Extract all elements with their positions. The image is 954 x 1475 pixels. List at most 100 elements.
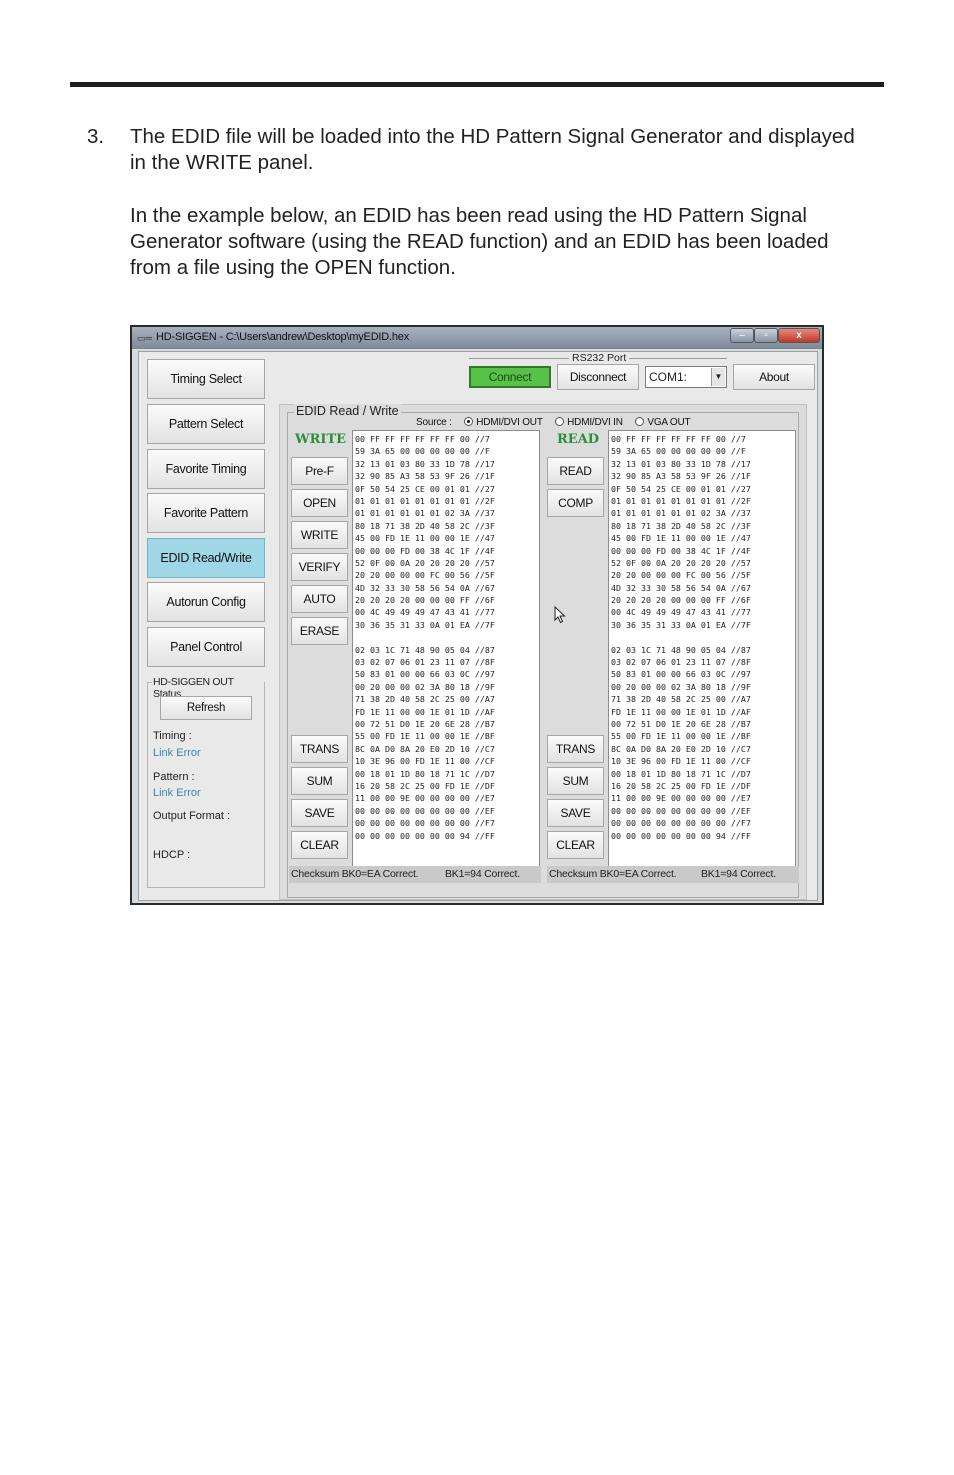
rs232-title: RS232 Port: [569, 352, 630, 364]
nav-panel-control-button[interactable]: Panel Control: [147, 627, 265, 667]
nav-autorun-config-button[interactable]: Autorun Config: [147, 582, 265, 622]
source-radio-hdmi-out[interactable]: [464, 417, 474, 426]
source-radio-hdmi-in[interactable]: [555, 417, 565, 426]
hex-line: 00 FF FF FF FF FF FF 00 //7: [355, 434, 490, 444]
nav-edid-read-write-button[interactable]: EDID Read/Write: [147, 538, 265, 578]
read-sum-button[interactable]: SUM: [547, 767, 604, 795]
hex-line: 10 3E 96 00 FD 1E 11 00 //CF: [611, 756, 751, 767]
window-title: HD-SIGGEN - C:\Users\andrew\Desktop\myED…: [156, 331, 410, 343]
write-clear-button[interactable]: CLEAR: [291, 831, 348, 859]
hex-line: 0F 50 54 25 CE 00 01 01 //27: [611, 483, 751, 494]
hex-line: 55 00 FD 1E 11 00 00 1E //BF: [355, 731, 495, 742]
step-text: The EDID file will be loaded into the HD…: [130, 125, 855, 174]
hex-line: FD 1E 11 00 00 1E 01 1D //AF: [355, 706, 495, 717]
read-hex-textbox[interactable]: 00 FF FF FF FF FF FF 00 //7 59 3A 65 00 0…: [608, 430, 796, 870]
write-checksum-bk1: BK1=94 Correct.: [445, 868, 520, 880]
write-button[interactable]: WRITE: [291, 521, 348, 549]
hex-line: 32 13 01 03 80 33 1D 78 //17: [611, 458, 751, 469]
verify-button[interactable]: VERIFY: [291, 553, 348, 581]
hex-line: 00 00 00 00 00 00 00 00 //F7: [611, 818, 751, 829]
chevron-down-icon[interactable]: ▼: [711, 368, 725, 386]
hex-line: 00 00 00 00 00 00 00 94 //FF: [355, 830, 495, 841]
hex-line: 32 90 85 A3 58 53 9F 26 //1F: [355, 471, 495, 482]
maximize-button[interactable]: ▫: [754, 328, 778, 343]
read-button[interactable]: READ: [547, 457, 604, 485]
title-bar: ▭═ HD-SIGGEN - C:\Users\andrew\Desktop\m…: [132, 327, 822, 349]
mouse-cursor-icon: [554, 606, 566, 624]
minimize-button[interactable]: –: [730, 328, 754, 343]
hex-line: 32 13 01 03 80 33 1D 78 //17: [355, 458, 495, 469]
source-selector: Source : HDMI/DVI OUT HDMI/DVI IN VGA OU…: [416, 417, 691, 428]
com-port-value: COM1:: [649, 370, 688, 384]
hex-line: 00 72 51 D0 1E 20 6E 28 //B7: [611, 718, 751, 729]
hex-line: 32 90 85 A3 58 53 9F 26 //1F: [611, 471, 751, 482]
hex-line: 30 36 35 31 33 0A 01 EA //7F: [355, 619, 495, 630]
write-sum-button[interactable]: SUM: [291, 767, 348, 795]
hex-line: 59 3A 65 00 00 00 00 00 //F: [355, 446, 490, 457]
nav-favorite-pattern-button[interactable]: Favorite Pattern: [147, 493, 265, 533]
hex-line: 00 18 01 1D 80 18 71 1C //D7: [355, 768, 495, 779]
comp-button[interactable]: COMP: [547, 489, 604, 517]
hex-line: 30 36 35 31 33 0A 01 EA //7F: [611, 619, 751, 630]
open-button[interactable]: OPEN: [291, 489, 348, 517]
close-button[interactable]: x: [778, 328, 820, 343]
refresh-button[interactable]: Refresh: [160, 696, 252, 720]
read-checksum-bk0: Checksum BK0=EA Correct.: [549, 868, 677, 880]
read-save-button[interactable]: SAVE: [547, 799, 604, 827]
hex-line: 52 0F 00 0A 20 20 20 20 //57: [355, 557, 495, 568]
hex-line: 20 20 20 20 00 00 00 FF //6F: [611, 595, 751, 606]
top-rule: [70, 82, 884, 87]
nav-pattern-select-button[interactable]: Pattern Select: [147, 404, 265, 444]
hex-line: 20 20 20 20 00 00 00 FF //6F: [355, 595, 495, 606]
hex-line: 50 83 01 00 00 66 03 0C //97: [355, 669, 495, 680]
hex-line: 00 00 00 00 00 00 00 00 //EF: [355, 805, 495, 816]
hex-line: 00 4C 49 49 49 47 43 41 //77: [355, 607, 495, 618]
nav-timing-select-button[interactable]: Timing Select: [147, 359, 265, 399]
about-button[interactable]: About: [733, 364, 815, 390]
hex-line: 01 01 01 01 01 01 01 01 //2F: [611, 495, 751, 506]
hex-line: 02 03 1C 71 48 90 05 04 //87: [355, 644, 495, 655]
hex-line: 16 20 58 2C 25 00 FD 1E //DF: [355, 780, 495, 791]
hex-line: 4D 32 33 30 58 56 54 0A //67: [611, 582, 751, 593]
erase-button[interactable]: ERASE: [291, 617, 348, 645]
hex-line: 01 01 01 01 01 01 02 3A //37: [355, 508, 495, 519]
hex-line: 11 00 00 9E 00 00 00 00 //E7: [355, 793, 495, 804]
client-area: Timing Select Pattern Select Favorite Ti…: [138, 351, 818, 901]
timing-status-value: Link Error: [153, 747, 201, 759]
read-trans-button[interactable]: TRANS: [547, 735, 604, 763]
pattern-label: Pattern :: [153, 771, 195, 783]
hex-line: 00 4C 49 49 49 47 43 41 //77: [611, 607, 751, 618]
hex-line: 59 3A 65 00 00 00 00 00 //F: [611, 446, 746, 457]
hex-line: 80 18 71 38 2D 40 58 2C //3F: [611, 520, 751, 531]
status-group: HD-SIGGEN OUT Status Refresh Timing : Li…: [147, 676, 265, 888]
write-hex-textbox[interactable]: 00 FF FF FF FF FF FF 00 //7 59 3A 65 00 0…: [352, 430, 540, 870]
auto-button[interactable]: AUTO: [291, 585, 348, 613]
read-clear-button[interactable]: CLEAR: [547, 831, 604, 859]
source-label: Source :: [416, 417, 452, 428]
com-port-select[interactable]: COM1: ▼: [645, 366, 727, 388]
connect-button[interactable]: Connect: [469, 366, 551, 388]
hex-line: 00 20 00 00 02 3A 80 18 //9F: [355, 681, 495, 692]
hex-block-gap: [611, 631, 795, 643]
rs232-group: RS232 Port: [469, 352, 727, 364]
hex-line: 00 20 00 00 02 3A 80 18 //9F: [611, 681, 751, 692]
hdcp-label: HDCP :: [153, 849, 191, 861]
pref-button[interactable]: Pre-F: [291, 457, 348, 485]
hex-line: 01 01 01 01 01 01 01 01 //2F: [355, 495, 495, 506]
nav-favorite-timing-button[interactable]: Favorite Timing: [147, 449, 265, 489]
step-number: 3.: [87, 125, 105, 148]
hex-line: 20 20 00 00 00 FC 00 56 //5F: [611, 570, 751, 581]
hex-line: 71 38 2D 40 58 2C 25 00 //A7: [611, 694, 751, 705]
hex-line: 0F 50 54 25 CE 00 01 01 //27: [355, 483, 495, 494]
disconnect-button[interactable]: Disconnect: [557, 364, 639, 390]
hex-line: 10 3E 96 00 FD 1E 11 00 //CF: [355, 756, 495, 767]
hex-line: 03 02 07 06 01 23 11 07 //8F: [611, 657, 751, 668]
source-option-hdmi-in: HDMI/DVI IN: [567, 417, 623, 428]
read-panel-label: READ: [557, 432, 600, 447]
hex-line: 45 00 FD 1E 11 00 00 1E //47: [355, 533, 495, 544]
source-radio-vga-out[interactable]: [635, 417, 645, 426]
write-trans-button[interactable]: TRANS: [291, 735, 348, 763]
hex-line: 55 00 FD 1E 11 00 00 1E //BF: [611, 731, 751, 742]
write-checksum-bar: Checksum BK0=EA Correct. BK1=94 Correct.: [289, 866, 541, 883]
write-save-button[interactable]: SAVE: [291, 799, 348, 827]
